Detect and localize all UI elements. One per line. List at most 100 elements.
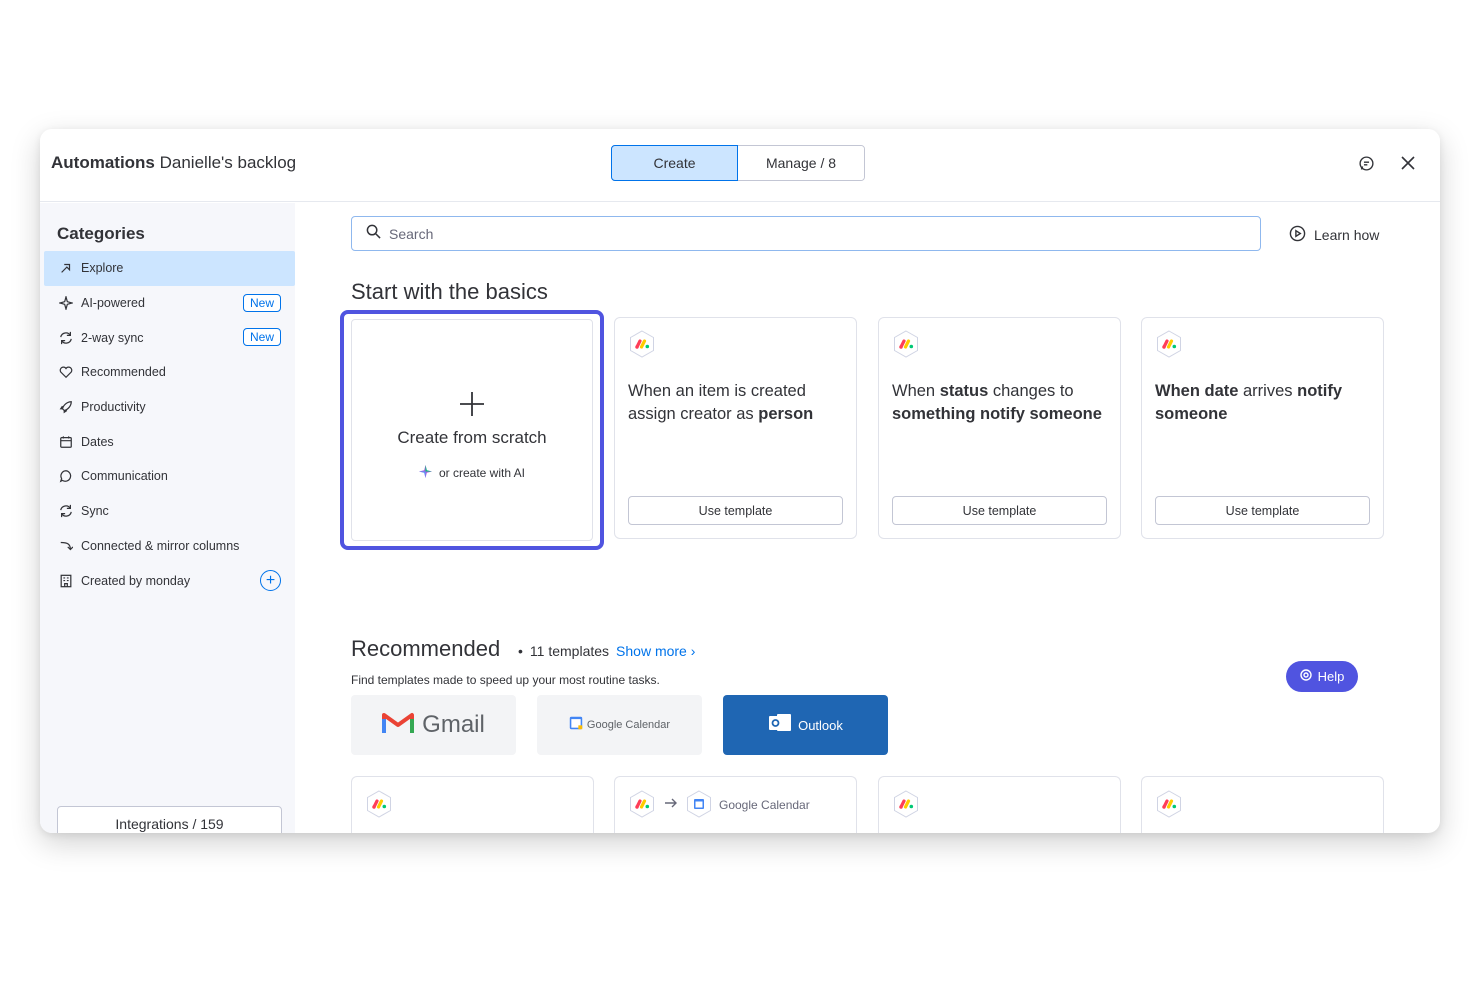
- chat-icon: [58, 468, 74, 484]
- template-description: When status changes to something notify …: [892, 380, 1112, 426]
- ai-sparkle-icon: [418, 465, 432, 481]
- new-badge: New: [242, 328, 281, 347]
- page-title: Automations Danielle's backlog: [51, 153, 296, 173]
- main-content: Learn how Start with the basics Create f…: [295, 203, 1440, 833]
- sidebar-item-label: Connected & mirror columns: [81, 538, 240, 553]
- add-category-button[interactable]: +: [260, 570, 281, 592]
- recommended-card[interactable]: [351, 776, 594, 833]
- use-template-button[interactable]: Use template: [628, 496, 843, 525]
- template-text: When: [892, 382, 940, 400]
- create-from-scratch-label: Create from scratch: [397, 428, 547, 447]
- google-calendar-label: Google Calendar: [719, 798, 810, 812]
- search-input[interactable]: [389, 225, 1189, 242]
- template-text: arrives: [1238, 382, 1298, 400]
- chevron-right-icon: ›: [690, 643, 696, 659]
- new-badge: New: [242, 293, 281, 312]
- sidebar-item-label: Dates: [81, 434, 114, 449]
- google-calendar-tile[interactable]: Google Calendar: [537, 695, 702, 755]
- outlook-label: Outlook: [798, 717, 843, 733]
- heart-icon: [58, 364, 74, 380]
- learn-how-label: Learn how: [1314, 227, 1380, 243]
- chat-bubble-icon[interactable]: [1356, 153, 1376, 173]
- board-name: Danielle's backlog: [159, 153, 297, 172]
- scratch-card-inner: Create from scratch or create with AI: [351, 319, 593, 541]
- sidebar-item-recommended[interactable]: Recommended: [44, 355, 295, 390]
- show-more-link[interactable]: Show more ›: [616, 643, 695, 659]
- monday-logo-icon: [628, 790, 656, 818]
- recommended-title: Recommended: [351, 636, 501, 661]
- google-calendar-icon: [685, 790, 713, 823]
- basics-title: Start with the basics: [351, 279, 548, 304]
- rocket-icon: [58, 399, 74, 415]
- sidebar-item-label: 2-way sync: [81, 330, 144, 345]
- use-template-button[interactable]: Use template: [892, 496, 1107, 525]
- categories-title: Categories: [57, 224, 145, 243]
- monday-logo-icon: [365, 790, 393, 818]
- plus-icon: [352, 384, 592, 426]
- help-button[interactable]: Help: [1286, 661, 1358, 692]
- template-card[interactable]: When status changes to something notify …: [878, 317, 1121, 539]
- gmail-tile[interactable]: Gmail: [351, 695, 516, 755]
- recommended-card[interactable]: [1141, 776, 1384, 833]
- tab-manage[interactable]: Manage / 8: [738, 146, 864, 180]
- create-with-ai-link[interactable]: or create with AI: [352, 465, 592, 481]
- calendar-icon: [58, 434, 74, 450]
- sidebar-item-explore[interactable]: Explore: [44, 251, 295, 286]
- monday-logo-icon: [1155, 790, 1183, 818]
- help-label: Help: [1317, 669, 1345, 684]
- monday-logo-icon: [1155, 330, 1183, 358]
- show-more-label: Show more: [616, 643, 687, 659]
- sidebar-item-created-by-monday[interactable]: Created by monday +: [44, 563, 295, 598]
- play-circle-icon: [1289, 225, 1306, 245]
- template-text-bold: person: [758, 405, 814, 423]
- arrow-right-icon: [664, 796, 678, 815]
- template-text-bold: When date: [1155, 382, 1239, 400]
- categories-sidebar: Categories Explore AI-powered New 2-way …: [40, 203, 295, 833]
- tab-create[interactable]: Create: [612, 146, 738, 180]
- app-title: Automations: [51, 153, 155, 172]
- outlook-tile[interactable]: Outlook: [723, 695, 888, 755]
- recommended-card[interactable]: [878, 776, 1121, 833]
- sidebar-item-communication[interactable]: Communication: [44, 459, 295, 494]
- template-description: When date arrives notify someone: [1155, 380, 1375, 426]
- template-text: changes to: [988, 382, 1074, 400]
- sidebar-item-label: Recommended: [81, 365, 166, 380]
- sidebar-item-ai-powered[interactable]: AI-powered New: [44, 286, 295, 321]
- sync-icon: [58, 503, 74, 519]
- recommended-card[interactable]: Google Calendar: [614, 776, 857, 833]
- template-card[interactable]: When an item is created assign creator a…: [614, 317, 857, 539]
- create-from-scratch-card[interactable]: Create from scratch or create with AI: [340, 310, 604, 550]
- integrations-button[interactable]: Integrations / 159: [57, 806, 282, 833]
- sidebar-item-label: Explore: [81, 261, 124, 276]
- recommended-meta: • 11 templates Show more ›: [518, 643, 695, 659]
- template-text-bold: something notify someone: [892, 405, 1102, 423]
- sidebar-item-label: Communication: [81, 469, 168, 484]
- sidebar-item-connected-mirror[interactable]: Connected & mirror columns: [44, 529, 295, 564]
- compass-icon: [58, 260, 74, 276]
- use-template-button[interactable]: Use template: [1155, 496, 1370, 525]
- sync-icon: [58, 330, 74, 346]
- categories-list: Explore AI-powered New 2-way sync New Re…: [44, 251, 295, 598]
- sidebar-item-productivity[interactable]: Productivity: [44, 390, 295, 425]
- sidebar-item-dates[interactable]: Dates: [44, 424, 295, 459]
- close-icon[interactable]: [1398, 153, 1418, 173]
- search-bar[interactable]: [351, 216, 1261, 251]
- learn-how-link[interactable]: Learn how: [1289, 225, 1379, 245]
- template-count: 11 templates: [529, 643, 610, 659]
- template-card[interactable]: When date arrives notify someone Use tem…: [1141, 317, 1384, 539]
- sidebar-item-2-way-sync[interactable]: 2-way sync New: [44, 320, 295, 355]
- sidebar-item-label: Productivity: [81, 400, 146, 415]
- template-description: When an item is created assign creator a…: [628, 380, 848, 426]
- ai-label: or create with AI: [438, 466, 526, 480]
- sidebar-item-sync[interactable]: Sync: [44, 494, 295, 529]
- mode-tabs: Create Manage / 8: [611, 145, 865, 181]
- building-icon: [58, 573, 74, 589]
- lifebuoy-icon: [1299, 669, 1312, 684]
- separator-dot: •: [518, 643, 523, 659]
- monday-logo-icon: [628, 330, 656, 358]
- google-calendar-icon: [569, 716, 583, 735]
- recommended-subtitle: Find templates made to speed up your mos…: [351, 673, 660, 687]
- gmail-label: Gmail: [422, 711, 485, 738]
- sidebar-item-label: AI-powered: [81, 296, 145, 311]
- outlook-icon: [768, 712, 792, 739]
